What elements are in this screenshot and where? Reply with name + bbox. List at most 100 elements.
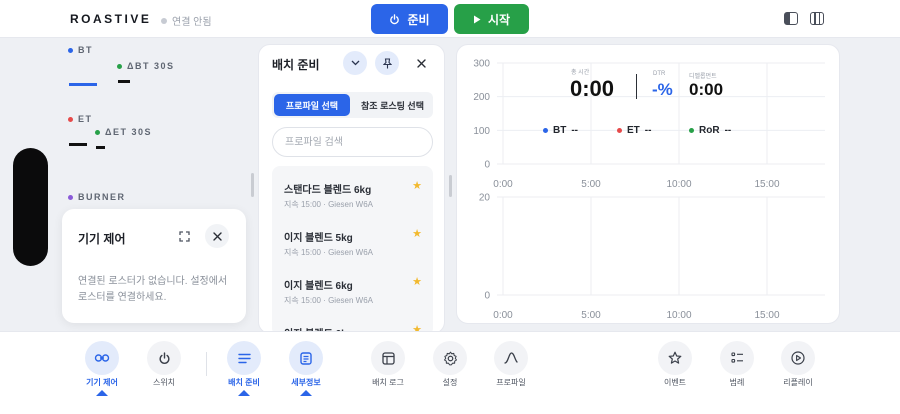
gear-icon <box>433 341 467 375</box>
toolbar-label: 리플레이 <box>783 378 813 387</box>
delta-bt-value <box>118 80 130 83</box>
x-tick-label: 15:00 <box>754 179 779 190</box>
profile-item[interactable]: 이지 블렌드 5kg 지속 15:00 · Giesen W6A ★ <box>272 214 433 262</box>
start-button[interactable]: 시작 <box>454 4 529 34</box>
profile-meta: 지속 15:00 · Giesen W6A <box>284 296 373 305</box>
toolbar-label: 프로파일 <box>496 378 526 387</box>
x-tick-label: 10:00 <box>666 310 691 321</box>
device-control-title: 기기 제어 <box>78 232 126 246</box>
delta-et-dot <box>95 129 100 135</box>
profile-item[interactable]: 스탠다드 블렌드 6kg 지속 15:00 · Giesen W6A ★ <box>272 166 433 214</box>
sidebar-layout-icon[interactable] <box>784 12 798 25</box>
burner-label: BURNER <box>78 192 126 202</box>
pin-button[interactable] <box>375 51 399 75</box>
toolbar-divider <box>206 352 207 376</box>
batch-prep-title: 배치 준비 <box>272 58 320 72</box>
play-icon <box>781 341 815 375</box>
stat-divider <box>636 74 637 99</box>
total-time-caption: 총 시간 <box>571 70 590 76</box>
play-icon <box>473 15 481 23</box>
legend-ror[interactable]: RoR -- <box>689 125 731 136</box>
toolbar-label: 설정 <box>442 378 458 387</box>
expand-icon <box>178 230 190 242</box>
toolbar-label: 이벤트 <box>663 378 687 387</box>
delta-et-reading-label: ΔET 30S <box>95 127 152 137</box>
dtr-value: -% <box>652 80 673 99</box>
bt-reading-label: BT <box>68 45 93 55</box>
device-close-button[interactable] <box>205 224 229 248</box>
delta-bt-reading-label: ΔBT 30S <box>117 61 174 71</box>
bt-label: BT <box>78 45 93 55</box>
burner-dot <box>68 194 73 200</box>
star-icon <box>658 341 692 375</box>
document-icon <box>289 341 323 375</box>
active-indicator <box>238 390 250 396</box>
chart-panel: 0:00 5:00 10:00 15:00 300 200 100 0 0:00 5:00 10:0… <box>456 44 840 324</box>
x-tick-label: 5:00 <box>581 179 601 190</box>
x-tick-label: 5:00 <box>581 310 601 321</box>
expand-button[interactable] <box>172 224 196 248</box>
et-reading-label: ET <box>68 114 93 124</box>
profile-name: 이지 블렌드 5kg <box>284 233 353 244</box>
side-handle[interactable] <box>13 148 48 266</box>
x-tick-label: 0:00 <box>493 179 513 190</box>
profile-meta: 지속 15:00 · Giesen W6A <box>284 248 373 257</box>
close-icon <box>416 58 426 68</box>
bt-legend-dot <box>543 128 548 133</box>
bt-value <box>69 83 97 86</box>
list-icon <box>720 341 754 375</box>
delta-bt-dot <box>117 63 122 69</box>
profile-meta: 지속 15:00 · Giesen W6A <box>284 200 373 209</box>
x-tick-label: 10:00 <box>666 179 691 190</box>
ready-button[interactable]: 준비 <box>371 4 448 34</box>
dtr-caption: DTR <box>653 71 666 77</box>
batch-close-button[interactable] <box>409 51 433 75</box>
toolbar-label: 세부정보 <box>291 378 321 387</box>
batch-scrollbar[interactable] <box>449 175 452 197</box>
tab-reference-roast[interactable]: 참조 로스팅 선택 <box>354 94 431 116</box>
profile-search-input[interactable] <box>272 127 433 157</box>
profile-name: 이지 블렌드 6kg <box>284 281 353 292</box>
batch-prep-panel: 배치 준비 프로파일 선택 참조 로스팅 선택 스탠다드 블렌드 6kg 지속 … <box>258 44 445 334</box>
profile-name: 스탠다드 블렌드 6kg <box>284 185 372 196</box>
toolbar-label: 스위치 <box>152 378 176 387</box>
legend-et-value: -- <box>644 125 652 136</box>
legend-bt-value: -- <box>571 125 579 136</box>
layout-icon <box>371 341 405 375</box>
legend-bt-name: BT <box>553 125 567 136</box>
bt-dot <box>68 47 73 53</box>
profile-item[interactable]: 이지 블렌드 6kg 지속 15:00 · Giesen W6A ★ <box>272 262 433 310</box>
brand-logo: ROASTIVE <box>70 12 152 26</box>
roast-chart: 0:00 5:00 10:00 15:0030020010000:00 5:00 10:0… <box>473 59 825 321</box>
development-caption: 디벨롭먼트 <box>689 74 717 80</box>
et-legend-dot <box>617 128 622 133</box>
star-icon[interactable]: ★ <box>412 275 422 288</box>
star-icon[interactable]: ★ <box>412 227 422 240</box>
chevron-down-icon <box>351 60 359 66</box>
readings-scrollbar[interactable] <box>251 173 254 197</box>
columns-layout-icon[interactable] <box>810 12 824 25</box>
connection-status-label: 연결 안됨 <box>172 17 212 28</box>
ready-label: 준비 <box>407 12 430 27</box>
toolbar-label: 기기 제어 <box>86 378 118 387</box>
start-label: 시작 <box>487 12 511 27</box>
delta-et-label: ΔET 30S <box>105 127 152 137</box>
tab-profile-select[interactable]: 프로파일 선택 <box>274 94 350 116</box>
y-tick-label: 0 <box>484 291 490 302</box>
bottom-toolbar: 기기 제어 스위치 배치 준비 세부정보 배치 로그 설정 프로파일 이벤트 범… <box>0 331 900 414</box>
toolbar-label: 범례 <box>729 378 745 387</box>
collapse-button[interactable] <box>343 51 367 75</box>
legend-et-name: ET <box>627 125 640 136</box>
et-label: ET <box>78 114 93 124</box>
x-tick-label: 0:00 <box>493 310 513 321</box>
y-tick-label: 100 <box>473 126 490 137</box>
active-indicator <box>96 390 108 396</box>
y-tick-label: 0 <box>484 160 490 171</box>
y-tick-label: 20 <box>479 193 491 204</box>
menu-icon <box>227 341 261 375</box>
legend-et[interactable]: ET -- <box>617 125 651 136</box>
legend-ror-name: RoR <box>699 125 720 136</box>
link-icon <box>85 341 119 375</box>
legend-bt[interactable]: BT -- <box>543 125 578 136</box>
star-icon[interactable]: ★ <box>412 179 422 192</box>
